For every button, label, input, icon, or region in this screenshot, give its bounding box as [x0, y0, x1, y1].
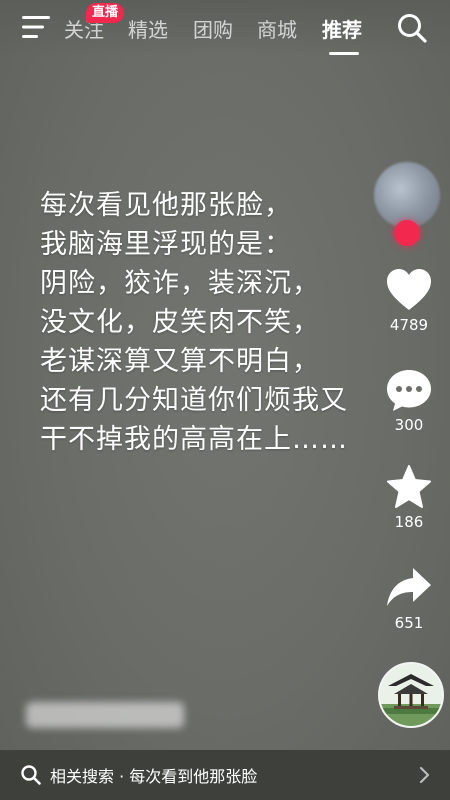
chevron-right-icon[interactable]	[418, 765, 432, 785]
favorite-count: 186	[394, 513, 424, 531]
caption-line: 阴险，狡诈，装深沉，	[40, 268, 320, 299]
top-nav-bar: 关注 直播 精选 团购 商城 推荐	[0, 0, 450, 56]
live-indicator-dot	[394, 220, 420, 246]
live-badge: 直播	[86, 3, 125, 23]
related-search-text[interactable]: 相关搜索 · 每次看到他那张脸	[50, 763, 257, 787]
tab-group-buy[interactable]: 团购	[193, 14, 233, 43]
search-icon	[21, 765, 41, 785]
heart-icon	[387, 269, 431, 310]
caption-line: 没文化，皮笑肉不笑，	[40, 307, 320, 338]
caption-line: 每次看见他那张脸，	[40, 190, 292, 221]
author-name-blurred[interactable]	[26, 702, 184, 728]
menu-icon[interactable]	[22, 14, 54, 40]
search-icon[interactable]	[396, 12, 428, 44]
star-icon	[387, 465, 431, 508]
comment-button[interactable]: 300	[384, 368, 434, 434]
caption-line: 还有几分知道你们烦我又	[40, 385, 348, 416]
comment-icon	[387, 370, 431, 411]
related-search-bar[interactable]: 相关搜索 · 每次看到他那张脸	[0, 750, 450, 800]
like-count: 4789	[389, 316, 429, 334]
caption-line: 我脑海里浮现的是：	[40, 229, 292, 260]
tab-mall[interactable]: 商城	[257, 14, 297, 43]
comment-count: 300	[394, 416, 424, 434]
tab-recommended[interactable]: 推荐	[322, 14, 362, 43]
share-button[interactable]: 651	[384, 566, 434, 632]
pavilion-icon	[380, 674, 442, 726]
tab-featured[interactable]: 精选	[128, 14, 168, 43]
video-caption: 每次看见他那张脸， 我脑海里浮现的是： 阴险，狡诈，装深沉， 没文化，皮笑肉不笑…	[40, 186, 390, 459]
caption-line: 老谋深算又算不明白，	[40, 346, 320, 377]
favorite-button[interactable]: 186	[384, 465, 434, 531]
creator-avatar[interactable]	[374, 162, 440, 228]
share-count: 651	[394, 614, 424, 632]
music-disc[interactable]	[378, 662, 444, 728]
share-arrow-icon	[387, 568, 431, 606]
active-tab-indicator	[329, 52, 359, 55]
like-button[interactable]: 4789	[384, 268, 434, 334]
caption-line: 干不掉我的高高在上……	[40, 424, 348, 455]
